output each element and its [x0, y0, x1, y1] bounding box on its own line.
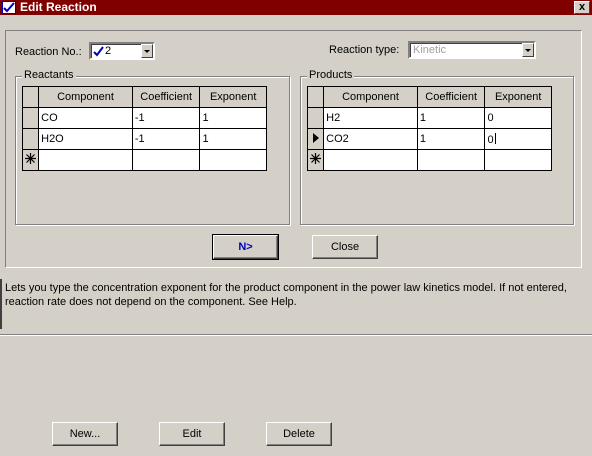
row-selector-header: [21, 86, 40, 108]
edit-button[interactable]: Edit: [159, 422, 225, 446]
close-window-button[interactable]: x: [574, 1, 590, 14]
delete-button[interactable]: Delete: [266, 422, 332, 446]
row-selector[interactable]: [306, 107, 325, 129]
exponent-value: 0: [487, 133, 494, 146]
column-header: Exponent: [199, 86, 267, 108]
new-row[interactable]: [306, 149, 552, 171]
reaction-type-value: Kinetic: [413, 44, 447, 56]
component-cell[interactable]: CO: [38, 107, 133, 129]
coefficient-cell[interactable]: [416, 149, 486, 171]
exponent-cell[interactable]: 1: [199, 128, 267, 150]
products-label: Products: [307, 69, 355, 81]
coefficient-cell[interactable]: -1: [131, 107, 201, 129]
component-cell[interactable]: CO2: [323, 128, 418, 150]
new-row-asterisk-icon[interactable]: [306, 149, 325, 171]
exponent-cell[interactable]: [484, 149, 552, 171]
reactants-label: Reactants: [22, 69, 76, 81]
help-text: Lets you type the concentration exponent…: [0, 279, 592, 329]
table-row[interactable]: H2 1 0: [306, 107, 552, 129]
next-button-label: N>: [238, 241, 253, 253]
reaction-no-value: 2: [105, 45, 112, 57]
table-header-row: Component Coefficient Exponent: [306, 86, 552, 108]
exponent-cell[interactable]: 1: [199, 107, 267, 129]
reaction-type-select[interactable]: Kinetic: [408, 41, 536, 59]
reactants-group: Reactants Component Coefficient Exponent…: [15, 69, 290, 225]
reaction-type-dropdown-icon[interactable]: [522, 43, 534, 57]
app-check-icon: [2, 1, 16, 14]
row-selector[interactable]: [21, 128, 40, 150]
reaction-no-dropdown-icon[interactable]: [141, 44, 153, 58]
column-header: Coefficient: [131, 86, 201, 108]
table-row[interactable]: CO2 1 0: [306, 128, 552, 150]
reaction-panel: Reaction No.: 2 Reaction type: Kinetic R…: [5, 30, 582, 268]
table-header-row: Component Coefficient Exponent: [21, 86, 267, 108]
table-row[interactable]: CO -1 1: [21, 107, 267, 129]
component-cell[interactable]: [323, 149, 418, 171]
products-group: Products Component Coefficient Exponent …: [300, 69, 574, 225]
table-row[interactable]: H2O -1 1: [21, 128, 267, 150]
exponent-cell[interactable]: 0: [484, 128, 552, 150]
component-cell[interactable]: [38, 149, 133, 171]
column-header: Exponent: [484, 86, 552, 108]
new-row[interactable]: [21, 149, 267, 171]
column-header: Component: [38, 86, 133, 108]
coefficient-cell[interactable]: 1: [416, 128, 486, 150]
check-icon: [93, 46, 104, 57]
reaction-no-label: Reaction No.:: [15, 46, 82, 58]
close-button[interactable]: Close: [312, 235, 378, 259]
next-button[interactable]: N>: [212, 234, 279, 260]
reactants-table[interactable]: Component Coefficient Exponent CO -1 1 H…: [21, 86, 267, 171]
new-button[interactable]: New...: [52, 422, 118, 446]
row-selector[interactable]: [21, 107, 40, 129]
reaction-type-label: Reaction type:: [329, 44, 400, 56]
products-table[interactable]: Component Coefficient Exponent H2 1 0 CO…: [306, 86, 552, 171]
window-title: Edit Reaction: [20, 0, 97, 14]
text-cursor: [494, 132, 496, 144]
reaction-no-select[interactable]: 2: [89, 42, 155, 60]
column-header: Coefficient: [416, 86, 486, 108]
exponent-cell[interactable]: 0: [484, 107, 552, 129]
coefficient-cell[interactable]: 1: [416, 107, 486, 129]
current-row-arrow-icon[interactable]: [306, 128, 325, 150]
new-row-asterisk-icon[interactable]: [21, 149, 40, 171]
coefficient-cell[interactable]: [131, 149, 201, 171]
component-cell[interactable]: H2: [323, 107, 418, 129]
title-bar: Edit Reaction x: [0, 0, 592, 15]
component-cell[interactable]: H2O: [38, 128, 133, 150]
column-header: Component: [323, 86, 418, 108]
separator: [0, 334, 592, 336]
coefficient-cell[interactable]: -1: [131, 128, 201, 150]
exponent-cell[interactable]: [199, 149, 267, 171]
row-selector-header: [306, 86, 325, 108]
